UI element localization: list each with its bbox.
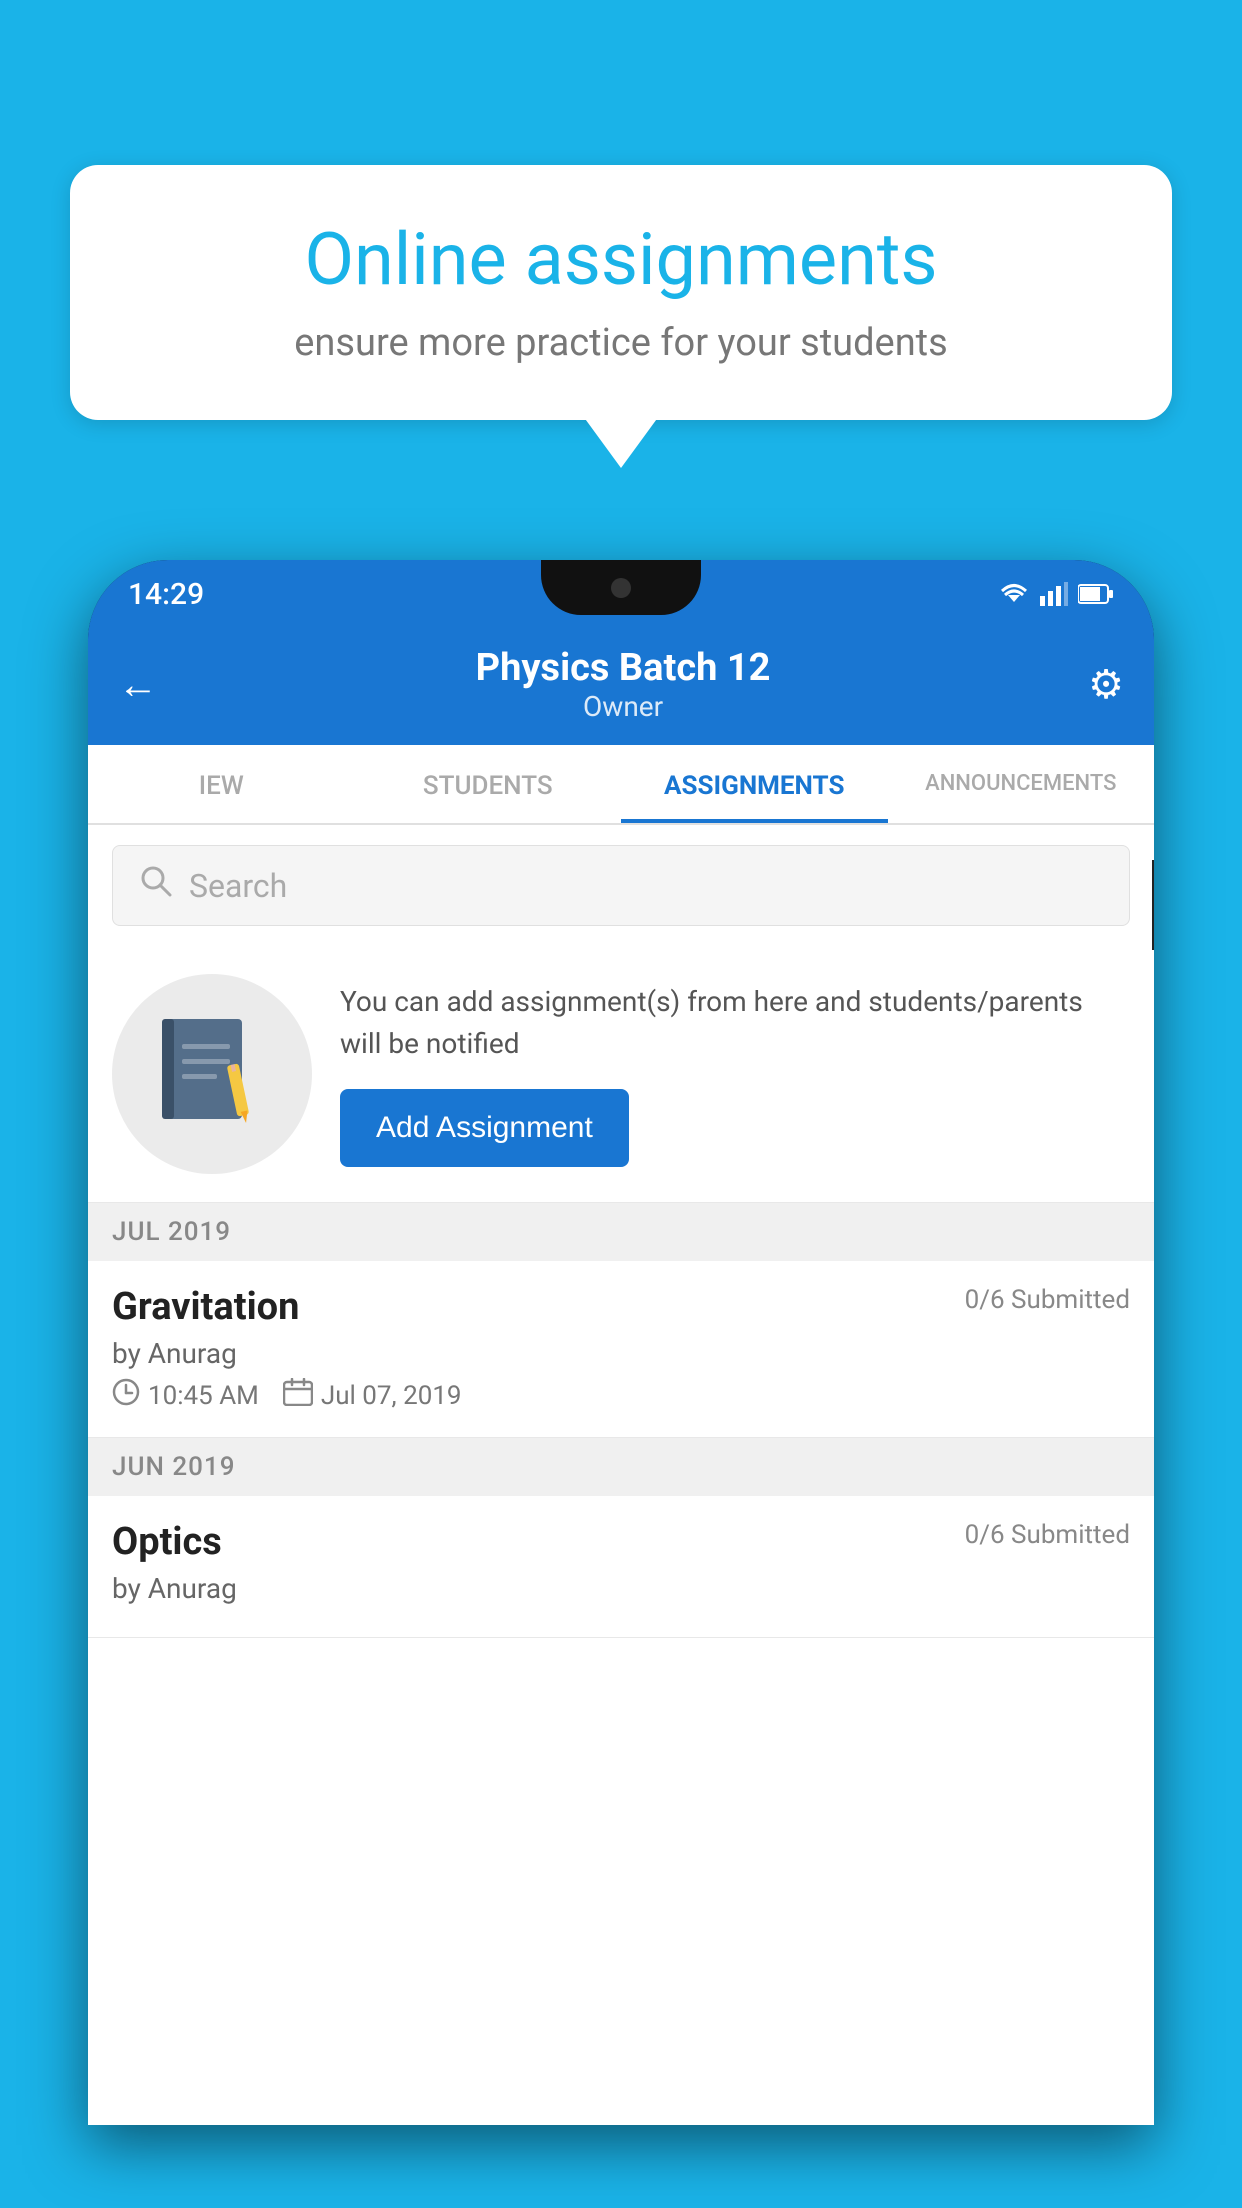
phone-side-button	[1152, 860, 1154, 950]
assignment-by-optics: by Anurag	[112, 1572, 1130, 1605]
assignment-promo: You can add assignment(s) from here and …	[88, 946, 1154, 1203]
camera-dot	[611, 578, 631, 598]
header-center: Physics Batch 12 Owner	[476, 646, 771, 723]
assignment-time: 10:45 AM	[112, 1378, 259, 1413]
phone-content: Search	[88, 825, 1154, 2125]
clock-icon	[112, 1378, 140, 1413]
assignment-top-row-optics: Optics 0/6 Submitted	[112, 1520, 1130, 1564]
assignment-item-optics[interactable]: Optics 0/6 Submitted by Anurag	[88, 1496, 1154, 1638]
speech-bubble-container: Online assignments ensure more practice …	[70, 165, 1172, 420]
gear-icon[interactable]: ⚙	[1088, 661, 1124, 708]
search-container: Search	[88, 825, 1154, 946]
speech-bubble-subtitle: ensure more practice for your students	[130, 321, 1112, 365]
calendar-icon	[283, 1378, 313, 1413]
assignment-submitted: 0/6 Submitted	[965, 1285, 1130, 1315]
speech-bubble: Online assignments ensure more practice …	[70, 165, 1172, 420]
phone-mockup: 14:29	[88, 560, 1154, 2208]
assignment-top-row: Gravitation 0/6 Submitted	[112, 1285, 1130, 1329]
notebook-icon	[157, 1014, 267, 1134]
assignment-submitted-optics: 0/6 Submitted	[965, 1520, 1130, 1550]
assignment-by: by Anurag	[112, 1337, 1130, 1370]
search-placeholder: Search	[189, 867, 287, 905]
status-icons	[998, 582, 1114, 606]
wifi-icon	[998, 582, 1030, 606]
app-header: ← Physics Batch 12 Owner ⚙	[88, 628, 1154, 745]
header-title: Physics Batch 12	[476, 646, 771, 690]
assignment-date-value: Jul 07, 2019	[321, 1381, 462, 1411]
tab-announcements[interactable]: ANNOUNCEMENTS	[888, 745, 1155, 823]
assignment-time-value: 10:45 AM	[148, 1381, 259, 1411]
add-assignment-button[interactable]: Add Assignment	[340, 1089, 629, 1167]
tabs-bar: IEW STUDENTS ASSIGNMENTS ANNOUNCEMENTS	[88, 745, 1154, 825]
signal-icon	[1040, 582, 1068, 606]
back-button[interactable]: ←	[118, 661, 158, 708]
tab-assignments[interactable]: ASSIGNMENTS	[621, 745, 888, 823]
search-icon	[139, 864, 173, 907]
header-subtitle: Owner	[476, 690, 771, 723]
notch	[541, 560, 701, 615]
battery-icon	[1078, 583, 1114, 605]
tab-iew[interactable]: IEW	[88, 745, 355, 823]
status-time: 14:29	[128, 577, 204, 612]
assignment-name: Gravitation	[112, 1285, 299, 1329]
assignment-item-gravitation[interactable]: Gravitation 0/6 Submitted by Anurag	[88, 1261, 1154, 1438]
assignment-name-optics: Optics	[112, 1520, 222, 1564]
promo-right: You can add assignment(s) from here and …	[340, 981, 1130, 1167]
tab-students[interactable]: STUDENTS	[355, 745, 622, 823]
month-separator-jun: JUN 2019	[88, 1438, 1154, 1496]
month-separator-jul: JUL 2019	[88, 1203, 1154, 1261]
promo-text: You can add assignment(s) from here and …	[340, 981, 1130, 1065]
search-bar[interactable]: Search	[112, 845, 1130, 926]
assignment-meta: 10:45 AM Jul 07, 2019	[112, 1378, 1130, 1413]
assignment-date: Jul 07, 2019	[283, 1378, 462, 1413]
speech-bubble-title: Online assignments	[130, 220, 1112, 299]
promo-icon-circle	[112, 974, 312, 1174]
phone-outer: 14:29	[88, 560, 1154, 2125]
